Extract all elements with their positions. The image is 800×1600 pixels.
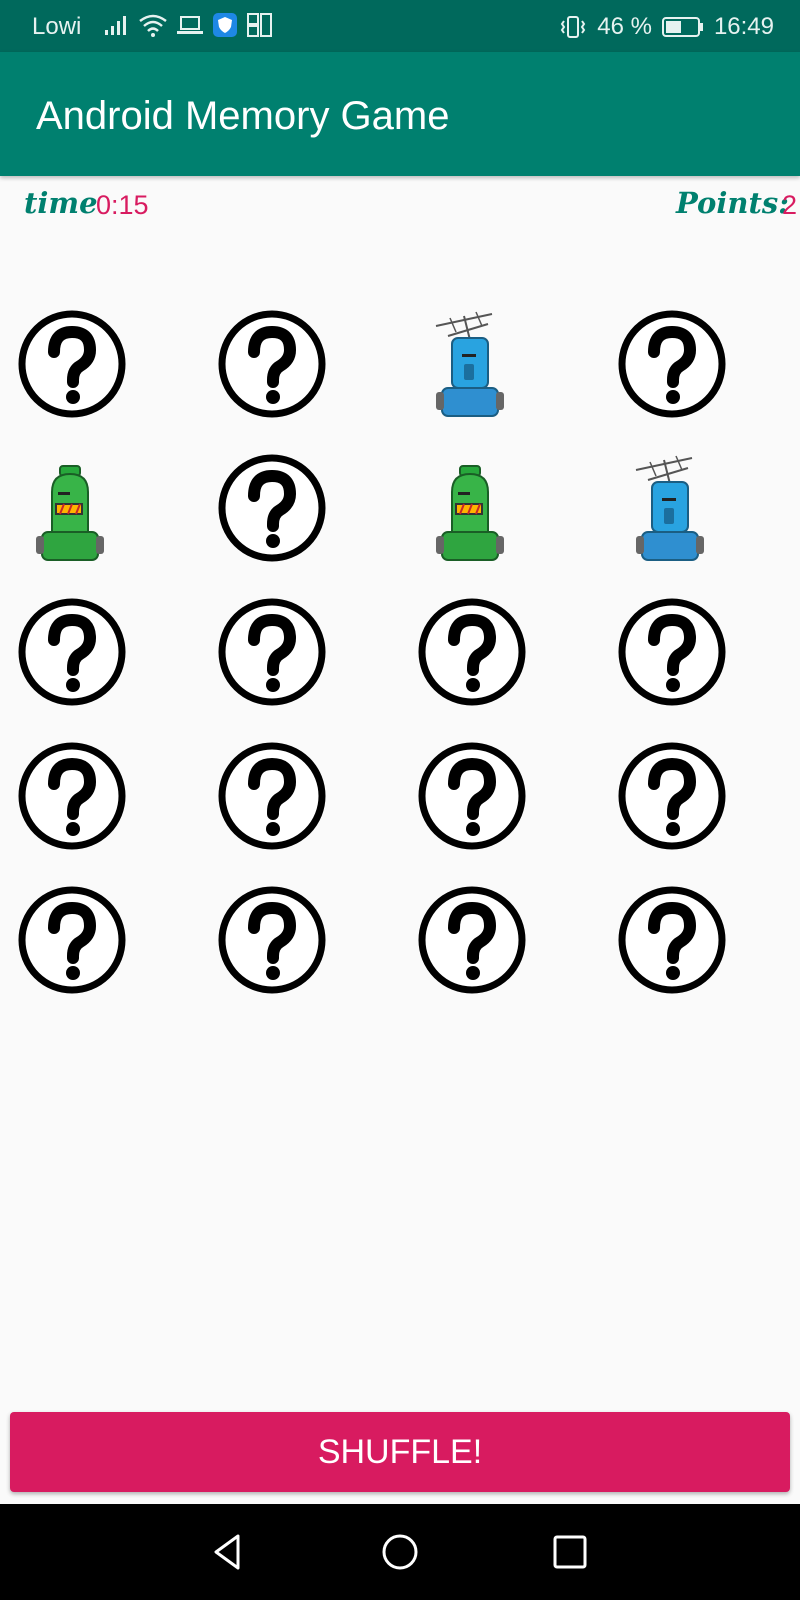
recents-icon[interactable] bbox=[548, 1530, 592, 1574]
hidden-card[interactable] bbox=[416, 884, 528, 996]
blue-robot-card[interactable] bbox=[416, 308, 528, 420]
hidden-card[interactable] bbox=[16, 884, 128, 996]
hidden-card[interactable] bbox=[216, 884, 328, 996]
status-bar: Lowi 46 % 16:49 bbox=[0, 0, 800, 52]
clock: 16:49 bbox=[713, 13, 774, 40]
question-mark-icon bbox=[418, 598, 526, 706]
hidden-card[interactable] bbox=[416, 596, 528, 708]
app-bar: Android Memory Game bbox=[0, 52, 800, 176]
question-mark-icon bbox=[618, 598, 726, 706]
question-mark-icon bbox=[18, 310, 126, 418]
carrier-name: Lowi bbox=[32, 13, 82, 40]
hidden-card[interactable] bbox=[616, 308, 728, 420]
hidden-card[interactable] bbox=[216, 308, 328, 420]
home-icon[interactable] bbox=[378, 1530, 422, 1574]
time-label: time bbox=[24, 186, 98, 220]
battery-icon bbox=[661, 17, 703, 37]
battery-percent: 46 % bbox=[597, 13, 652, 40]
signal-icon bbox=[105, 16, 126, 35]
hidden-card[interactable] bbox=[616, 596, 728, 708]
time-value: 0:15 bbox=[96, 190, 149, 220]
back-icon[interactable] bbox=[206, 1530, 250, 1574]
question-mark-icon bbox=[618, 886, 726, 994]
hidden-card[interactable] bbox=[216, 596, 328, 708]
question-mark-icon bbox=[618, 310, 726, 418]
hidden-card[interactable] bbox=[16, 740, 128, 852]
hidden-card[interactable] bbox=[616, 884, 728, 996]
blue-robot-icon bbox=[435, 311, 504, 417]
question-mark-icon bbox=[218, 886, 326, 994]
laptop-icon bbox=[177, 16, 203, 34]
hidden-card[interactable] bbox=[416, 740, 528, 852]
green-robot-icon bbox=[436, 465, 504, 561]
shuffle-button[interactable]: SHUFFLE! bbox=[10, 1412, 790, 1492]
shield-app-icon bbox=[213, 13, 237, 37]
sim-icon bbox=[247, 13, 272, 37]
green-robot-card[interactable] bbox=[416, 452, 528, 564]
points-value: 2 bbox=[782, 190, 798, 220]
blue-robot-icon bbox=[635, 455, 704, 561]
question-mark-icon bbox=[218, 310, 326, 418]
navigation-bar bbox=[0, 1504, 800, 1600]
hidden-card[interactable] bbox=[16, 308, 128, 420]
app-title: Android Memory Game bbox=[36, 94, 450, 138]
vibrate-icon bbox=[561, 16, 586, 38]
question-mark-icon bbox=[18, 598, 126, 706]
green-robot-icon bbox=[36, 465, 104, 561]
points-label: Points: bbox=[676, 186, 789, 220]
question-mark-icon bbox=[18, 742, 126, 850]
question-mark-icon bbox=[418, 742, 526, 850]
hidden-card[interactable] bbox=[216, 740, 328, 852]
hidden-card[interactable] bbox=[216, 452, 328, 564]
question-mark-icon bbox=[218, 454, 326, 562]
green-robot-card[interactable] bbox=[16, 452, 128, 564]
hidden-card[interactable] bbox=[16, 596, 128, 708]
question-mark-icon bbox=[418, 886, 526, 994]
question-mark-icon bbox=[218, 742, 326, 850]
question-mark-icon bbox=[18, 886, 126, 994]
hidden-card[interactable] bbox=[616, 740, 728, 852]
blue-robot-card[interactable] bbox=[616, 452, 728, 564]
question-mark-icon bbox=[618, 742, 726, 850]
question-mark-icon bbox=[218, 598, 326, 706]
wifi-icon bbox=[139, 14, 167, 37]
